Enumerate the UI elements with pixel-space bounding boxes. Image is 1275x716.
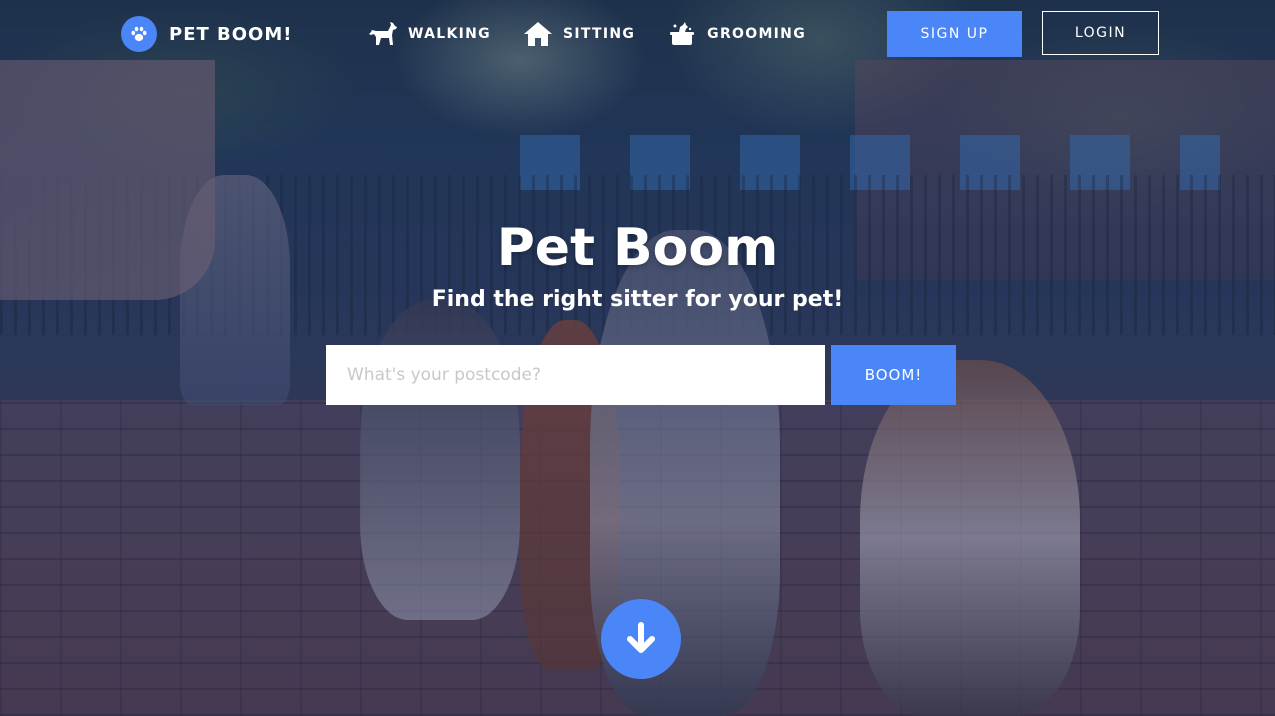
login-button[interactable]: LOGIN [1042,11,1159,55]
search-submit-button[interactable]: BOOM! [831,345,956,405]
brand-name: PET BOOM! [169,23,293,45]
nav-item-sitting[interactable]: SITTING [523,20,635,48]
hero-title: Pet Boom [496,218,779,278]
nav-item-grooming[interactable]: GROOMING [667,20,806,48]
signup-button[interactable]: SIGN UP [887,11,1022,57]
nav-item-walking-label: WALKING [408,26,491,42]
nav-item-walking[interactable]: WALKING [368,20,491,48]
postcode-input[interactable] [326,345,825,405]
grooming-icon [667,20,697,48]
hero-subtitle: Find the right sitter for your pet! [431,287,844,312]
scroll-down-button[interactable] [601,599,681,679]
arrow-down-icon [627,622,655,653]
dog-icon [368,20,398,48]
paw-icon [121,16,157,52]
site-header: PET BOOM! WALKING SITTING GROOMING SIGN … [0,0,1275,68]
main-nav: WALKING SITTING GROOMING [368,18,806,50]
hero-section: PET BOOM! WALKING SITTING GROOMING SIGN … [0,0,1275,716]
nav-item-grooming-label: GROOMING [707,26,806,42]
house-icon [523,20,553,48]
nav-item-sitting-label: SITTING [562,26,636,42]
brand-logo[interactable]: PET BOOM! [121,16,292,52]
